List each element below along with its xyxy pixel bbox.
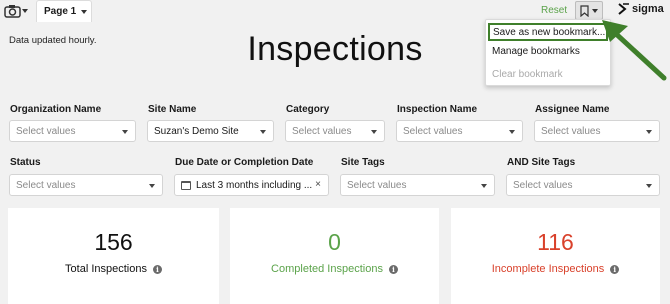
tab-page-1-label: Page 1 (44, 6, 77, 17)
kpi-card-incomplete: 116 Incomplete Inspections i (451, 208, 660, 304)
reset-button[interactable]: Reset (541, 5, 567, 16)
camera-menu-button[interactable] (4, 2, 32, 20)
manage-bookmarks-item[interactable]: Manage bookmarks (492, 46, 580, 57)
kpi-label-text: Incomplete Inspections (491, 263, 605, 275)
organization-name-value: Select values (16, 125, 76, 137)
status-label: Status (10, 157, 41, 168)
kpi-label: Completed Inspections i (230, 263, 439, 275)
chevron-down-icon (122, 130, 128, 134)
site-name-label: Site Name (148, 104, 197, 115)
bookmark-menu: Save as new bookmark... Manage bookmarks… (485, 19, 611, 86)
kpi-label-text: Total Inspections (65, 263, 147, 275)
chevron-down-icon (149, 184, 155, 188)
and-site-tags-select[interactable]: Select values (506, 174, 660, 196)
organization-name-select[interactable]: Select values (9, 120, 136, 142)
chevron-down-icon (22, 9, 28, 13)
bookmark-icon (580, 4, 589, 17)
site-name-value: Suzan's Demo Site (154, 125, 239, 137)
due-date-label: Due Date or Completion Date (175, 157, 314, 168)
chevron-down-icon (81, 9, 88, 14)
chevron-down-icon (592, 8, 598, 13)
kpi-value: 116 (537, 229, 574, 255)
info-icon[interactable]: i (152, 264, 162, 274)
info-icon[interactable]: i (610, 264, 620, 274)
site-name-select[interactable]: Suzan's Demo Site (147, 120, 274, 142)
assignee-name-label: Assignee Name (535, 104, 610, 115)
category-label: Category (286, 104, 330, 115)
status-value: Select values (16, 179, 76, 191)
status-select[interactable]: Select values (9, 174, 163, 196)
site-tags-select[interactable]: Select values (340, 174, 495, 196)
category-value: Select values (292, 125, 352, 137)
kpi-value: 156 (94, 229, 133, 255)
site-tags-value: Select values (347, 179, 407, 191)
info-icon[interactable]: i (388, 264, 398, 274)
chevron-down-icon (646, 184, 652, 188)
chevron-down-icon (371, 130, 377, 134)
inspection-name-label: Inspection Name (397, 104, 478, 115)
bookmark-button[interactable] (575, 1, 603, 20)
clear-icon[interactable]: × (315, 179, 321, 190)
calendar-icon (181, 180, 191, 190)
clear-bookmark-item[interactable]: Clear bookmark (492, 69, 563, 80)
save-as-new-bookmark-item[interactable]: Save as new bookmark... (488, 23, 608, 41)
tab-page-1[interactable]: Page 1 (36, 0, 92, 22)
due-date-filter[interactable]: Last 3 months including ... × (174, 174, 329, 196)
chevron-down-icon (509, 130, 515, 134)
kpi-card-total: 156 Total Inspections i (8, 208, 219, 304)
and-site-tags-value: Select values (513, 179, 573, 191)
site-tags-label: Site Tags (341, 157, 385, 168)
kpi-label-text: Completed Inspections (271, 263, 383, 275)
due-date-value: Last 3 months including ... (196, 179, 313, 191)
inspection-name-value: Select values (403, 125, 463, 137)
kpi-card-completed: 0 Completed Inspections i (230, 208, 439, 304)
organization-name-label: Organization Name (10, 104, 102, 115)
chevron-down-icon (646, 130, 652, 134)
sigma-logo: sigma (618, 3, 664, 15)
logo-text: sigma (632, 3, 664, 15)
and-site-tags-label: AND Site Tags (507, 157, 576, 168)
chevron-down-icon (260, 130, 266, 134)
inspection-name-select[interactable]: Select values (396, 120, 523, 142)
kpi-label: Incomplete Inspections i (451, 263, 660, 275)
assignee-name-value: Select values (541, 125, 601, 137)
chevron-down-icon (481, 184, 487, 188)
category-select[interactable]: Select values (285, 120, 385, 142)
kpi-value: 0 (328, 229, 341, 255)
sigma-logo-icon (618, 3, 629, 15)
kpi-label: Total Inspections i (8, 263, 219, 275)
assignee-name-select[interactable]: Select values (534, 120, 660, 142)
camera-icon (4, 5, 21, 18)
